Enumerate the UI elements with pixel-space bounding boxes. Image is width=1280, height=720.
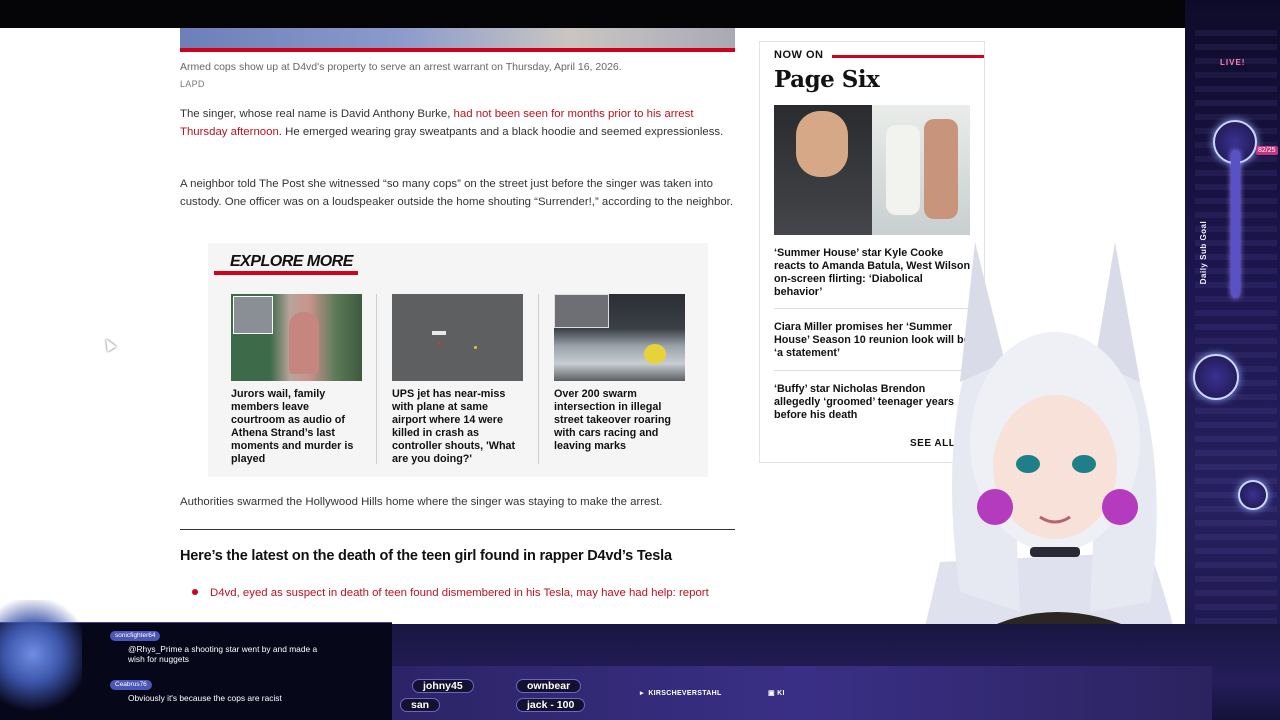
explore-card-ups-jet[interactable]: UPS jet has near-miss with plane at same… xyxy=(392,294,523,466)
article-paragraph-2: A neighbor told The Post she witnessed “… xyxy=(180,178,733,208)
social-handle: ▸ KIRSCHEVERSTAHL xyxy=(640,690,722,697)
explore-divider xyxy=(538,294,539,464)
airport-radar-thumbnail[interactable] xyxy=(392,294,523,381)
street-takeover-thumbnail[interactable] xyxy=(554,294,685,381)
explore-title: EXPLORE MORE xyxy=(230,253,353,270)
recent-sub-pill: johny45 xyxy=(412,679,474,693)
chat-mascot-icon xyxy=(0,600,82,720)
article-paragraph-3: Authorities swarmed the Hollywood Hills … xyxy=(180,496,663,508)
explore-title-underline xyxy=(214,271,358,275)
article-hero-image xyxy=(180,28,735,48)
live-label: LIVE! xyxy=(1220,58,1246,67)
explore-card-headline[interactable]: Over 200 swarm intersection in illegal s… xyxy=(554,388,685,453)
now-on-label: NOW ON xyxy=(774,49,824,61)
page-six-thumbnail[interactable] xyxy=(774,105,970,235)
chat-message: @Rhys_Prime a shooting star went by and … xyxy=(128,644,318,664)
hero-divider xyxy=(180,48,735,52)
social-handle: ▣ KI xyxy=(768,690,785,697)
sparkle-orb-icon xyxy=(1193,354,1239,400)
image-caption: Armed cops show up at D4vd's property to… xyxy=(180,61,622,73)
explore-card-street-takeover[interactable]: Over 200 swarm intersection in illegal s… xyxy=(554,294,685,453)
browser-top-bar xyxy=(0,0,1280,28)
related-story-link[interactable]: D4vd, eyed as suspect in death of teen f… xyxy=(210,585,720,601)
mouse-cursor xyxy=(101,336,117,352)
explore-card-headline[interactable]: Jurors wail, family members leave courtr… xyxy=(231,388,362,466)
sub-goal-count: 82/25 xyxy=(1256,146,1278,155)
latest-section-heading: Here’s the latest on the death of the te… xyxy=(180,548,672,564)
explore-card-courtroom[interactable]: Jurors wail, family members leave courtr… xyxy=(231,294,362,466)
chat-message: Obviously it's because the cops are raci… xyxy=(128,693,282,703)
chat-username: Ceabrus76 xyxy=(110,680,152,690)
sub-ticker-strip xyxy=(392,666,1212,720)
courtroom-thumbnail[interactable] xyxy=(231,294,362,381)
image-credit: LAPD xyxy=(180,79,205,89)
now-on-rule xyxy=(832,55,984,58)
explore-card-headline[interactable]: UPS jet has near-miss with plane at same… xyxy=(392,388,523,466)
section-divider xyxy=(180,529,735,530)
recent-sub-pill: jack - 100 xyxy=(516,698,586,712)
explore-divider xyxy=(376,294,377,464)
play-icon: ▸ xyxy=(640,690,644,697)
page-six-logo[interactable]: Page Six xyxy=(774,66,880,93)
chat-username: sonicfighter64 xyxy=(110,631,161,641)
bullet-dot xyxy=(192,589,198,595)
star-orb-icon xyxy=(1238,480,1268,510)
sub-goal-progress-bar xyxy=(1231,150,1240,298)
recent-sub-pill: san xyxy=(400,698,441,712)
explore-more-module: EXPLORE MORE Jurors wail, family members… xyxy=(208,243,708,477)
chat-icon: ▣ xyxy=(768,690,775,697)
article-paragraph-1: The singer, whose real name is David Ant… xyxy=(180,108,724,138)
recent-sub-pill: ownbear xyxy=(516,679,582,693)
sub-goal-label: Daily Sub Goal xyxy=(1199,220,1209,285)
